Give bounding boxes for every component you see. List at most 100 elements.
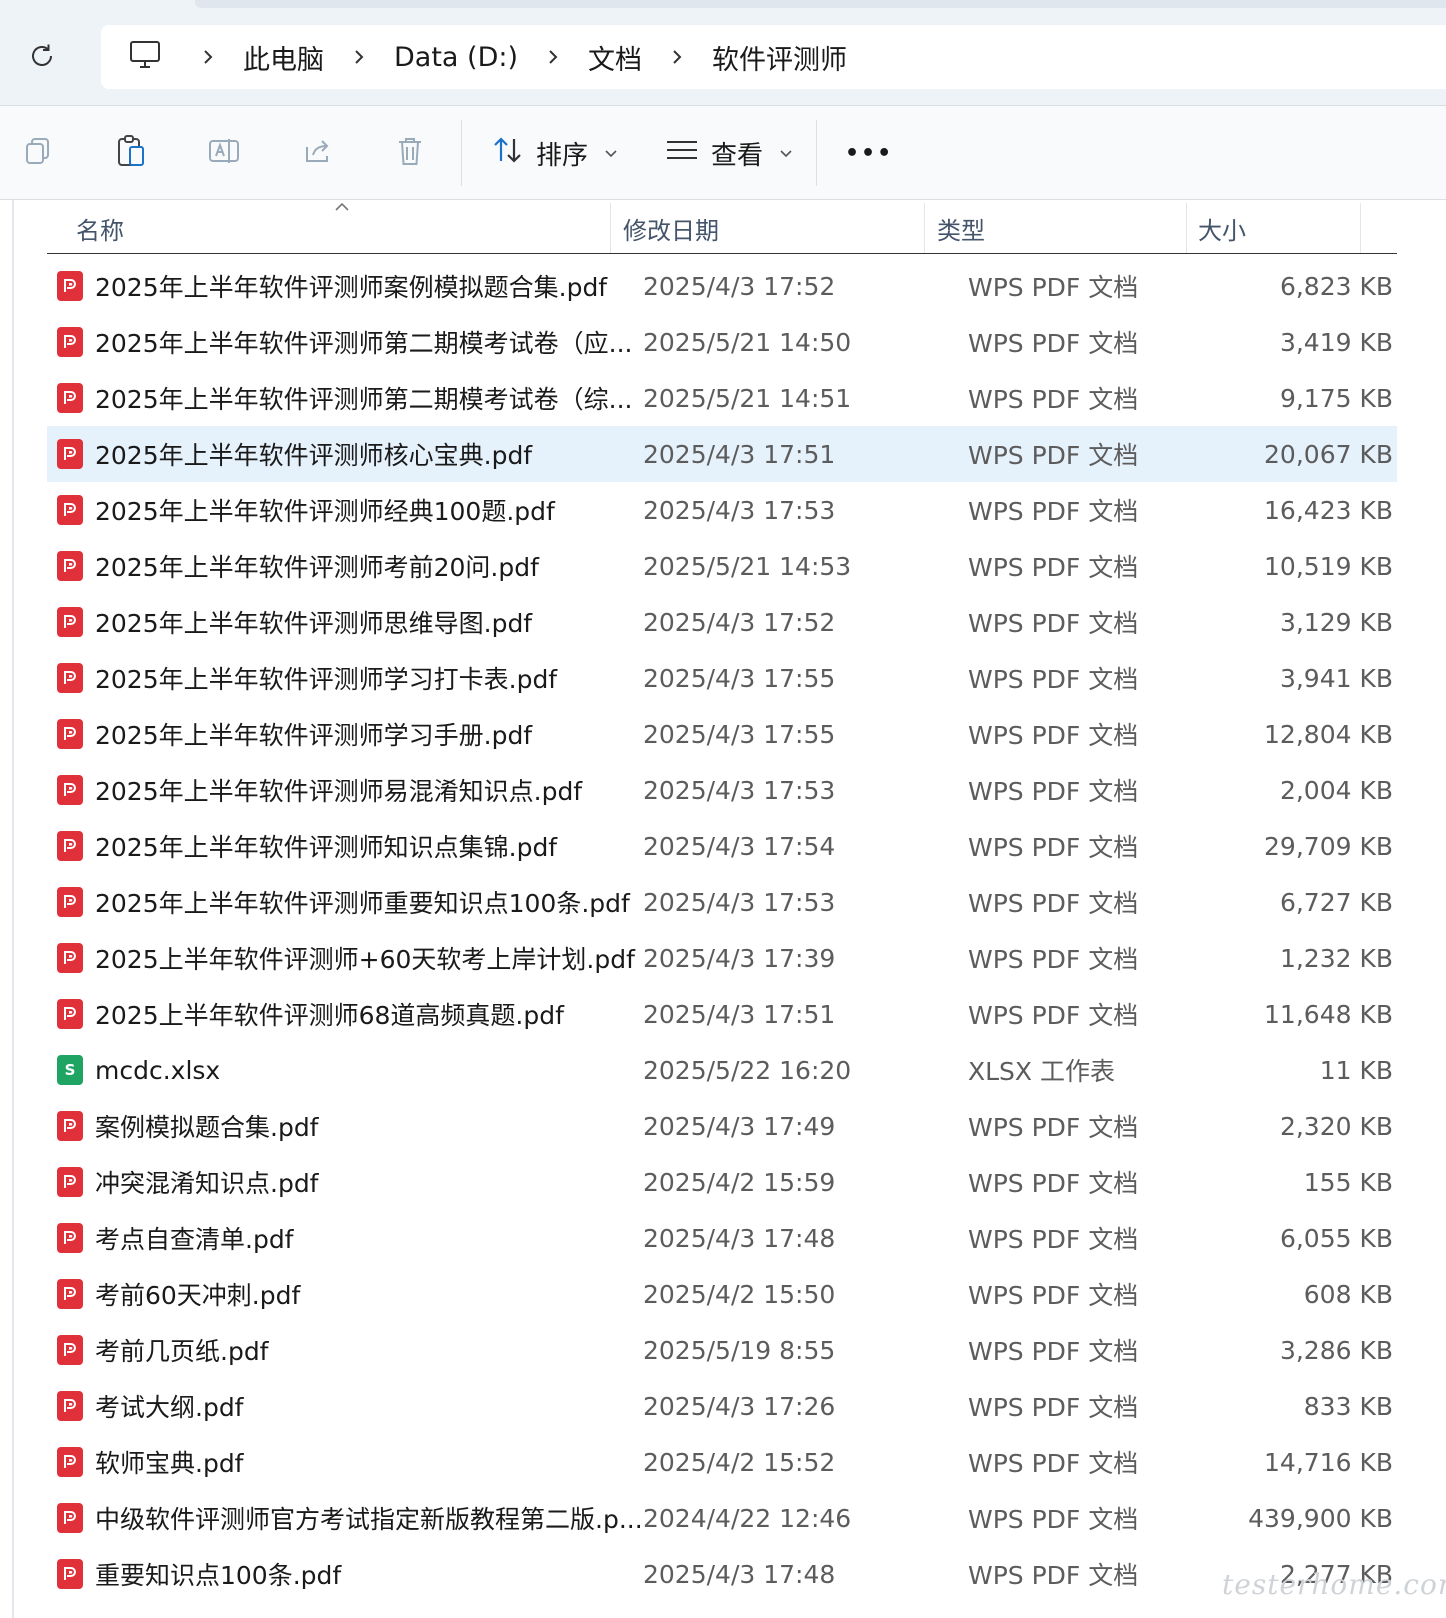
column-resize-handle[interactable]: [610, 203, 611, 253]
chevron-right-icon[interactable]: [528, 25, 578, 89]
file-name: 冲突混淆知识点.pdf: [95, 1169, 319, 1198]
file-size: 2,320 KB: [1279, 1111, 1393, 1141]
file-name: 考前几页纸.pdf: [95, 1337, 269, 1366]
breadcrumb-item-documents[interactable]: 文档: [578, 25, 652, 89]
column-header-type[interactable]: 类型: [937, 203, 1187, 253]
chevron-right-icon[interactable]: [652, 25, 702, 89]
file-size: 20,067 KB: [1264, 439, 1393, 469]
file-row[interactable]: 考前几页纸.pdf 2025/5/19 8:55 WPS PDF 文档 3,28…: [47, 1322, 1397, 1378]
file-row[interactable]: 考前60天冲刺.pdf 2025/4/2 15:50 WPS PDF 文档 60…: [47, 1266, 1397, 1322]
file-row[interactable]: 2025上半年软件评测师+60天软考上岸计划.pdf 2025/4/3 17:3…: [47, 930, 1397, 986]
file-row[interactable]: 重要知识点100条.pdf 2025/4/3 17:48 WPS PDF 文档 …: [47, 1546, 1397, 1602]
separator: [461, 120, 462, 186]
address-bar-region: 此电脑 Data (D:) 文档 软件评测师: [0, 0, 1446, 106]
view-button[interactable]: 查看: [665, 123, 793, 183]
file-row[interactable]: 2025年上半年软件评测师易混淆知识点.pdf 2025/4/3 17:53 W…: [47, 762, 1397, 818]
file-name: 2025年上半年软件评测师易混淆知识点.pdf: [95, 777, 583, 806]
pdf-file-icon: [57, 1391, 83, 1421]
file-row[interactable]: 2025年上半年软件评测师思维导图.pdf 2025/4/3 17:52 WPS…: [47, 594, 1397, 650]
file-modified-date: 2025/5/21 14:53: [643, 551, 852, 581]
watermark: testerhome.com: [1222, 1568, 1446, 1601]
xlsx-file-icon: S: [57, 1055, 83, 1085]
column-resize-handle[interactable]: [924, 203, 925, 253]
more-icon: •••: [845, 140, 894, 166]
file-row[interactable]: 2025年上半年软件评测师知识点集锦.pdf 2025/4/3 17:54 WP…: [47, 818, 1397, 874]
file-type: WPS PDF 文档: [968, 385, 1139, 414]
breadcrumb-item-drive[interactable]: Data (D:): [384, 25, 528, 89]
delete-button[interactable]: [380, 123, 440, 183]
file-modified-date: 2025/4/3 17:52: [643, 271, 836, 301]
share-button[interactable]: [287, 123, 347, 183]
file-row[interactable]: 案例模拟题合集.pdf 2025/4/3 17:49 WPS PDF 文档 2,…: [47, 1098, 1397, 1154]
breadcrumb-item-current-folder[interactable]: 软件评测师: [702, 25, 857, 89]
breadcrumb[interactable]: 此电脑 Data (D:) 文档 软件评测师: [101, 25, 1446, 89]
pdf-file-icon: [57, 439, 83, 469]
file-name: 中级软件评测师官方考试指定新版教程第二版.p...: [95, 1505, 643, 1534]
file-name: 2025年上半年软件评测师第二期模考试卷（综...: [95, 385, 633, 414]
file-modified-date: 2025/5/22 16:20: [643, 1055, 852, 1085]
file-name: 2025年上半年软件评测师学习打卡表.pdf: [95, 665, 558, 694]
file-row[interactable]: 软师宝典.pdf 2025/4/2 15:52 WPS PDF 文档 14,71…: [47, 1434, 1397, 1490]
file-type: WPS PDF 文档: [968, 1561, 1139, 1590]
share-icon: [301, 135, 333, 171]
file-type: WPS PDF 文档: [968, 833, 1139, 862]
copy-button[interactable]: [8, 123, 68, 183]
file-row[interactable]: 冲突混淆知识点.pdf 2025/4/2 15:59 WPS PDF 文档 15…: [47, 1154, 1397, 1210]
file-size: 9,175 KB: [1279, 383, 1393, 413]
refresh-button[interactable]: [20, 36, 64, 80]
file-type: WPS PDF 文档: [968, 1337, 1139, 1366]
file-row[interactable]: 中级软件评测师官方考试指定新版教程第二版.p... 2024/4/22 12:4…: [47, 1490, 1397, 1546]
pdf-file-icon: [57, 1335, 83, 1365]
column-resize-handle[interactable]: [1186, 203, 1187, 253]
column-header-date[interactable]: 修改日期: [623, 203, 923, 253]
file-name: 考点自查清单.pdf: [95, 1225, 294, 1254]
file-name: mcdc.xlsx: [95, 1055, 221, 1085]
file-name: 考试大纲.pdf: [95, 1393, 244, 1422]
file-row[interactable]: 2025年上半年软件评测师重要知识点100条.pdf 2025/4/3 17:5…: [47, 874, 1397, 930]
file-modified-date: 2025/4/3 17:53: [643, 887, 836, 917]
pdf-file-icon: [57, 719, 83, 749]
file-size: 1,232 KB: [1279, 943, 1393, 973]
file-size: 608 KB: [1303, 1279, 1393, 1309]
pdf-file-icon: [57, 775, 83, 805]
file-size: 6,823 KB: [1279, 271, 1393, 301]
file-type: WPS PDF 文档: [968, 1281, 1139, 1310]
file-type: WPS PDF 文档: [968, 1393, 1139, 1422]
file-row[interactable]: 2025年上半年软件评测师学习打卡表.pdf 2025/4/3 17:55 WP…: [47, 650, 1397, 706]
file-size: 3,419 KB: [1279, 327, 1393, 357]
file-row[interactable]: 2025上半年软件评测师68道高频真题.pdf 2025/4/3 17:51 W…: [47, 986, 1397, 1042]
file-row[interactable]: 2025年上半年软件评测师学习手册.pdf 2025/4/3 17:55 WPS…: [47, 706, 1397, 762]
file-modified-date: 2025/4/3 17:26: [643, 1391, 836, 1421]
rename-button[interactable]: [194, 123, 254, 183]
paste-button[interactable]: [101, 123, 161, 183]
file-row[interactable]: 2025年上半年软件评测师案例模拟题合集.pdf 2025/4/3 17:52 …: [47, 258, 1397, 314]
file-name: 2025年上半年软件评测师经典100题.pdf: [95, 497, 555, 526]
chevron-right-icon[interactable]: [334, 25, 384, 89]
sort-button[interactable]: 排序: [492, 123, 618, 183]
file-row[interactable]: 2025年上半年软件评测师第二期模考试卷（综... 2025/5/21 14:5…: [47, 370, 1397, 426]
chevron-right-icon[interactable]: [183, 25, 233, 89]
breadcrumb-item-pc[interactable]: 此电脑: [233, 25, 334, 89]
more-options-button[interactable]: •••: [845, 123, 893, 183]
file-row[interactable]: 2025年上半年软件评测师考前20问.pdf 2025/5/21 14:53 W…: [47, 538, 1397, 594]
column-header-size[interactable]: 大小: [1198, 203, 1378, 253]
file-row[interactable]: 2025年上半年软件评测师第二期模考试卷（应... 2025/5/21 14:5…: [47, 314, 1397, 370]
file-row[interactable]: 2025年上半年软件评测师经典100题.pdf 2025/4/3 17:53 W…: [47, 482, 1397, 538]
clipboard-icon: [115, 134, 147, 172]
file-name: 2025年上半年软件评测师考前20问.pdf: [95, 553, 539, 582]
file-modified-date: 2025/4/3 17:51: [643, 439, 836, 469]
column-header-name[interactable]: 名称: [76, 203, 606, 253]
file-type: WPS PDF 文档: [968, 665, 1139, 694]
file-row[interactable]: S mcdc.xlsx 2025/5/22 16:20 XLSX 工作表 11 …: [47, 1042, 1397, 1098]
navigation-pane-edge: [12, 200, 14, 1618]
this-pc-button[interactable]: [107, 25, 183, 89]
file-type: WPS PDF 文档: [968, 329, 1139, 358]
column-resize-handle[interactable]: [1360, 203, 1361, 253]
file-row[interactable]: 考试大纲.pdf 2025/4/3 17:26 WPS PDF 文档 833 K…: [47, 1378, 1397, 1434]
file-type: WPS PDF 文档: [968, 273, 1139, 302]
file-row[interactable]: 考点自查清单.pdf 2025/4/3 17:48 WPS PDF 文档 6,0…: [47, 1210, 1397, 1266]
pdf-file-icon: [57, 495, 83, 525]
file-size: 11,648 KB: [1264, 999, 1393, 1029]
file-row[interactable]: 2025年上半年软件评测师核心宝典.pdf 2025/4/3 17:51 WPS…: [47, 426, 1397, 482]
sort-icon: [492, 135, 524, 172]
